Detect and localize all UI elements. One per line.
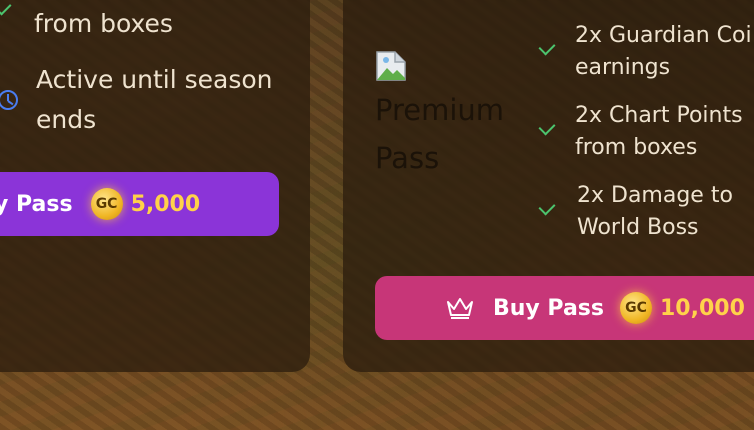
buy-pass-price: 5,000 <box>130 191 201 217</box>
feature-damage-world-boss: 2x Damage to World Boss <box>577 183 733 240</box>
premium-buy-pass-label: Buy Pass <box>493 295 604 321</box>
buy-pass-button[interactable]: y Pass GC 5,000 <box>0 172 279 236</box>
gold-coin-icon: GC <box>620 292 652 324</box>
feature-from-boxes: from boxes <box>34 9 173 38</box>
feature-active-until-season-ends: Active until season ends <box>36 65 273 134</box>
buy-pass-label: y Pass <box>0 191 73 217</box>
feature-chart-points: 2x Chart Points from boxes <box>575 103 743 160</box>
premium-pass-title: Premium Pass <box>375 93 505 175</box>
feature-guardian-coin-earnings: 2x Guardian Coi earnings <box>575 23 752 80</box>
broken-image-icon <box>376 51 406 81</box>
premium-buy-pass-button[interactable]: Buy Pass GC 10,000 <box>375 276 754 340</box>
premium-buy-pass-price: 10,000 <box>660 295 745 321</box>
crown-icon <box>447 298 473 319</box>
gold-coin-icon: GC <box>90 188 123 220</box>
